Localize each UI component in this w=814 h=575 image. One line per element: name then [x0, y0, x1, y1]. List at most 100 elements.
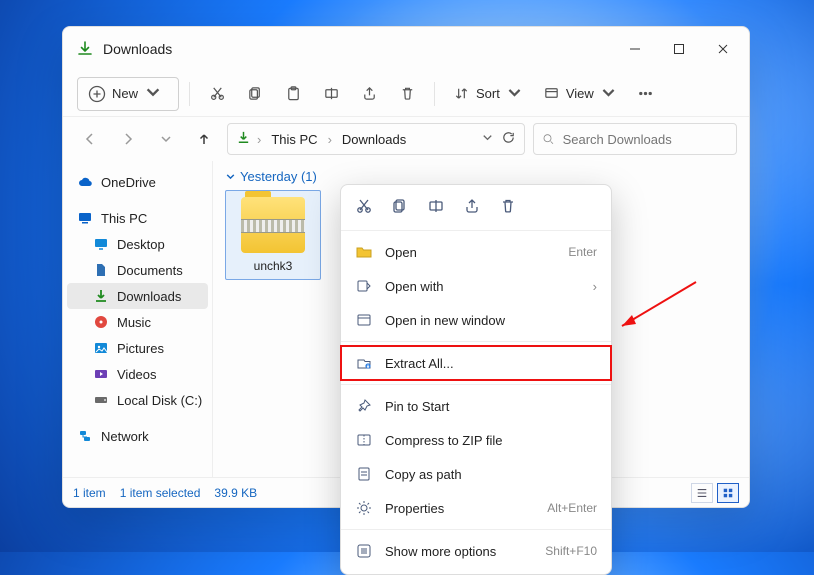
- chevron-down-icon: [225, 171, 236, 182]
- sidebar-item-localdisk[interactable]: Local Disk (C:): [63, 387, 212, 413]
- ctx-item-label: Open with: [385, 279, 581, 294]
- crumb-thispc[interactable]: This PC: [267, 130, 321, 149]
- ctx-item-hint: Enter: [568, 245, 597, 259]
- annotation-arrow: [610, 278, 700, 343]
- back-button[interactable]: [75, 123, 105, 155]
- sidebar-item-label: Music: [117, 315, 151, 330]
- sidebar-item-downloads[interactable]: Downloads: [67, 283, 208, 309]
- ctx-item-label: Pin to Start: [385, 399, 597, 414]
- view-button[interactable]: View: [535, 77, 625, 111]
- window-title: Downloads: [103, 41, 172, 57]
- new-button-label: New: [112, 86, 138, 101]
- sidebar-item-onedrive[interactable]: OneDrive: [63, 169, 212, 195]
- ctx-compress-zip[interactable]: Compress to ZIP file: [341, 423, 611, 457]
- sidebar-item-label: Desktop: [117, 237, 165, 252]
- paste-button[interactable]: [276, 77, 310, 111]
- maximize-button[interactable]: [657, 27, 701, 71]
- ctx-item-hint: Alt+Enter: [547, 501, 597, 515]
- ctx-item-label: Properties: [385, 501, 535, 516]
- sidebar-item-desktop[interactable]: Desktop: [63, 231, 212, 257]
- address-row: › This PC › Downloads: [63, 117, 749, 161]
- downloads-icon: [77, 41, 93, 57]
- up-button[interactable]: [189, 123, 219, 155]
- group-header-label: Yesterday (1): [240, 169, 317, 184]
- ctx-item-label: Compress to ZIP file: [385, 433, 597, 448]
- address-bar[interactable]: › This PC › Downloads: [227, 123, 525, 155]
- ctx-open-new-window[interactable]: Open in new window: [341, 303, 611, 337]
- search-input[interactable]: [561, 131, 728, 148]
- copy-path-icon: [355, 465, 373, 483]
- delete-button[interactable]: [390, 77, 424, 111]
- delete-icon[interactable]: [499, 197, 517, 218]
- downloads-icon: [236, 130, 251, 148]
- chevron-down-icon: [506, 84, 523, 104]
- pictures-icon: [93, 340, 109, 356]
- chevron-right-icon[interactable]: ›: [257, 132, 261, 147]
- download-icon: [93, 288, 109, 304]
- sidebar-item-label: Pictures: [117, 341, 164, 356]
- ctx-show-more[interactable]: Show more options Shift+F10: [341, 534, 611, 568]
- share-button[interactable]: [352, 77, 386, 111]
- chevron-down-icon: [600, 84, 617, 104]
- minimize-button[interactable]: [613, 27, 657, 71]
- copy-button[interactable]: [238, 77, 272, 111]
- details-view-toggle[interactable]: [691, 483, 713, 503]
- rename-button[interactable]: [314, 77, 348, 111]
- pin-icon: [355, 397, 373, 415]
- file-item-selected[interactable]: unchk3: [225, 190, 321, 280]
- search-box[interactable]: [533, 123, 737, 155]
- sort-button[interactable]: Sort: [445, 77, 531, 111]
- ctx-properties[interactable]: Properties Alt+Enter: [341, 491, 611, 525]
- sidebar-item-label: Network: [101, 429, 149, 444]
- new-button[interactable]: New: [77, 77, 179, 111]
- videos-icon: [93, 366, 109, 382]
- command-bar: New Sort View: [63, 71, 749, 117]
- chevron-right-icon: ›: [593, 279, 597, 294]
- file-name: unchk3: [232, 259, 314, 273]
- status-size: 39.9 KB: [214, 486, 257, 500]
- ctx-open-with[interactable]: Open with ›: [341, 269, 611, 303]
- status-selected-count: 1 item selected: [120, 486, 201, 500]
- share-icon[interactable]: [463, 197, 481, 218]
- sidebar-item-videos[interactable]: Videos: [63, 361, 212, 387]
- chevron-down-icon: [144, 83, 168, 104]
- document-icon: [93, 262, 109, 278]
- sidebar-item-documents[interactable]: Documents: [63, 257, 212, 283]
- rename-icon[interactable]: [427, 197, 445, 218]
- ctx-item-hint: Shift+F10: [545, 544, 597, 558]
- refresh-button[interactable]: [501, 130, 516, 148]
- sidebar-item-music[interactable]: Music: [63, 309, 212, 335]
- more-icon: [355, 542, 373, 560]
- sidebar-item-label: Downloads: [117, 289, 181, 304]
- titlebar[interactable]: Downloads: [63, 27, 749, 71]
- ctx-item-label: Show more options: [385, 544, 533, 559]
- copy-icon[interactable]: [391, 197, 409, 218]
- ctx-item-label: Open: [385, 245, 556, 260]
- sidebar-item-network[interactable]: Network: [63, 423, 212, 449]
- sidebar-item-thispc[interactable]: This PC: [63, 205, 212, 231]
- cut-icon[interactable]: [355, 197, 373, 218]
- forward-button[interactable]: [113, 123, 143, 155]
- context-menu: Open Enter Open with › Open in new windo…: [340, 184, 612, 575]
- ctx-copy-as-path[interactable]: Copy as path: [341, 457, 611, 491]
- ctx-open[interactable]: Open Enter: [341, 235, 611, 269]
- extract-icon: [355, 354, 373, 372]
- crumb-downloads[interactable]: Downloads: [338, 130, 410, 149]
- sidebar-item-label: This PC: [101, 211, 147, 226]
- nav-pane: OneDrive This PC Desktop Documents: [63, 161, 213, 477]
- status-item-count: 1 item: [73, 486, 106, 500]
- recent-button[interactable]: [151, 123, 181, 155]
- chevron-right-icon[interactable]: ›: [328, 132, 332, 147]
- chevron-down-icon[interactable]: [480, 130, 495, 148]
- ctx-extract-all[interactable]: Extract All...: [341, 346, 611, 380]
- sidebar-item-pictures[interactable]: Pictures: [63, 335, 212, 361]
- group-header[interactable]: Yesterday (1): [225, 169, 737, 184]
- close-button[interactable]: [701, 27, 745, 71]
- cut-button[interactable]: [200, 77, 234, 111]
- sort-button-label: Sort: [476, 86, 500, 101]
- icons-view-toggle[interactable]: [717, 483, 739, 503]
- sidebar-item-label: OneDrive: [101, 175, 156, 190]
- ctx-pin-to-start[interactable]: Pin to Start: [341, 389, 611, 423]
- sidebar-item-label: Local Disk (C:): [117, 393, 202, 408]
- more-button[interactable]: [629, 77, 663, 111]
